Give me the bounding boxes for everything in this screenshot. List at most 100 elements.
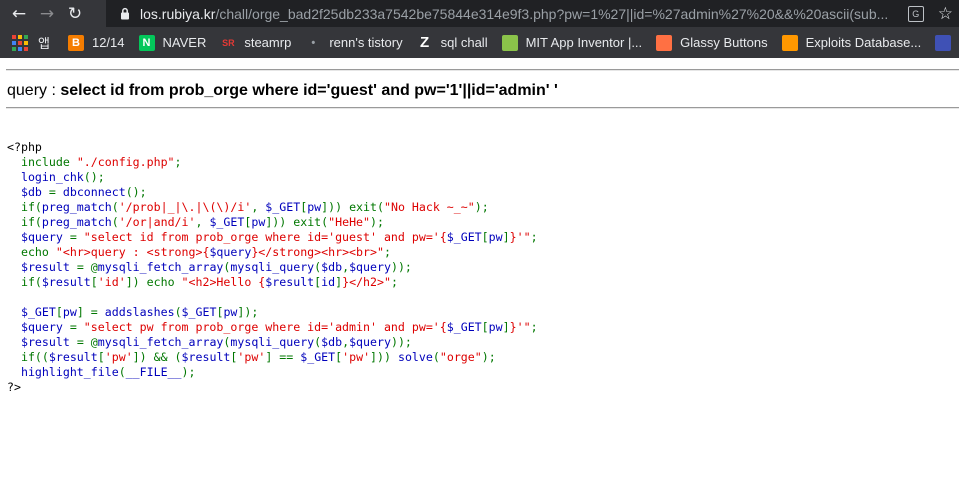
code-token: $query xyxy=(349,260,391,274)
code-token: 'id' xyxy=(97,275,126,289)
reload-icon[interactable]: ↻ xyxy=(61,0,89,27)
bookmark-item[interactable]: MIT App Inventor |... xyxy=(501,34,642,51)
code-token: if( xyxy=(7,200,42,214)
bookmark-item[interactable]: Glassy Buttons xyxy=(656,34,768,51)
code-token: ); xyxy=(481,350,496,364)
code-token: preg_match xyxy=(41,215,112,229)
blogger-icon: B xyxy=(67,34,84,51)
code-token: "HeHe" xyxy=(328,215,371,229)
bookmark-label: steamrp xyxy=(244,35,292,50)
code-token: dbconnect xyxy=(62,185,126,199)
steamrp-icon: SR xyxy=(222,37,235,48)
code-token: pw xyxy=(251,215,266,229)
code-token: $_GET xyxy=(209,215,245,229)
code-token: $result xyxy=(7,335,77,349)
address-bar[interactable]: los.rubiya.kr/chall/orge_bad2f25db233a75… xyxy=(106,0,959,27)
bookmark-item[interactable]: B 12/14 xyxy=(67,34,125,51)
bookmark-item[interactable]: Exploits Database... xyxy=(781,34,921,51)
code-token: mysqli_query xyxy=(230,335,315,349)
bookmark-item[interactable]: N NAVER xyxy=(138,34,206,51)
bookmark-label: 12/14 xyxy=(91,35,125,50)
code-token: ])) xyxy=(370,350,398,364)
code-token: mysqli_query xyxy=(230,260,315,274)
code-token: ?> xyxy=(7,380,21,394)
code-token: $query xyxy=(7,230,70,244)
code-token: $_GET xyxy=(446,230,482,244)
code-token: ; xyxy=(530,320,538,334)
code-token: $db xyxy=(321,335,343,349)
forward-arrow-icon[interactable]: → xyxy=(33,0,61,27)
code-token: $result xyxy=(41,275,91,289)
code-token: }'" xyxy=(509,320,531,334)
bookmark-item[interactable]: SR steamrp xyxy=(220,35,291,51)
code-token: $db xyxy=(321,260,343,274)
code-token: echo xyxy=(7,245,56,259)
code-token: [ xyxy=(481,230,489,244)
z-icon: Z xyxy=(420,34,430,51)
bookmark-item[interactable]: 앱 xyxy=(0,33,50,52)
bookmark-item[interactable]: [W xyxy=(935,34,959,51)
code-line: if(preg_match('/prob|_|\.|\(\)/i', $_GET… xyxy=(7,200,538,215)
bookmarks-bar: 앱 B 12/14 N NAVER SR steamrp • renn's tistory Zsq… xyxy=(0,27,959,58)
code-token: __FILE__ xyxy=(125,365,182,379)
code-line: if(preg_match('/or|and/i', $_GET[pw])) e… xyxy=(7,215,538,230)
code-line: highlight_file(__FILE__); xyxy=(7,365,538,380)
code-token: , xyxy=(251,200,266,214)
code-token: if(( xyxy=(7,350,49,364)
glassy-icon xyxy=(656,34,673,51)
code-line: echo "<hr>query : <strong>{$query}</stro… xyxy=(7,245,538,260)
code-token: if( xyxy=(7,215,42,229)
code-token: $query xyxy=(7,320,70,334)
code-token: ( xyxy=(432,350,440,364)
browser-toolbar: ← → ↻ los.rubiya.kr/chall/orge_bad2f25db… xyxy=(0,0,959,27)
code-token: $result xyxy=(181,350,231,364)
code-line: $query = "select pw from prob_orge where… xyxy=(7,320,538,335)
url-text[interactable]: los.rubiya.kr/chall/orge_bad2f25db233a75… xyxy=(140,6,888,22)
code-token: = @ xyxy=(76,335,98,349)
code-line: ?> xyxy=(7,380,538,395)
apps-icon xyxy=(12,34,28,51)
code-token: 'pw' xyxy=(237,350,266,364)
lock-icon[interactable] xyxy=(116,7,134,20)
code-token: "orge" xyxy=(439,350,482,364)
code-token: = xyxy=(48,185,63,199)
code-token: pw xyxy=(223,305,238,319)
code-token: (); xyxy=(83,170,105,184)
code-token: "No Hack ~_~" xyxy=(383,200,475,214)
code-token: [ xyxy=(97,350,105,364)
query-line: query : select id from prob_orge where i… xyxy=(7,82,558,100)
code-token: [ xyxy=(90,275,98,289)
code-token: }'" xyxy=(509,230,531,244)
divider-bottom xyxy=(6,107,959,109)
url-host: los.rubiya.kr xyxy=(140,5,216,22)
tistory-icon: • xyxy=(311,36,316,49)
back-arrow-icon[interactable]: ← xyxy=(5,0,33,27)
query-text: select id from prob_orge where id='guest… xyxy=(60,82,558,99)
bookmark-label: renn's tistory xyxy=(329,35,403,50)
php-source-code: <?php include "./config.php"; login_chk(… xyxy=(7,140,538,395)
code-token: mysqli_fetch_array xyxy=(97,335,224,349)
code-token: $db xyxy=(7,185,49,199)
bookmark-item[interactable]: • renn's tistory xyxy=(305,35,402,51)
code-token: addslashes xyxy=(104,305,175,319)
code-token: ); xyxy=(474,200,489,214)
code-token: = @ xyxy=(76,260,98,274)
bookmark-icon xyxy=(935,34,952,51)
code-token: $result xyxy=(265,275,315,289)
code-token: if( xyxy=(7,275,42,289)
code-token: ; xyxy=(383,245,391,259)
code-token: "<hr>query : <strong>{ xyxy=(55,245,210,259)
code-token: 'pw' xyxy=(342,350,371,364)
code-token: $query xyxy=(209,245,252,259)
code-token: ; xyxy=(390,275,398,289)
code-line: $result = @mysqli_fetch_array(mysqli_que… xyxy=(7,335,538,350)
translate-icon[interactable]: G xyxy=(907,5,924,22)
code-token: ] xyxy=(502,230,510,244)
bookmark-item[interactable]: Zsql chall xyxy=(417,34,488,51)
code-token: id xyxy=(321,275,336,289)
code-token: $result xyxy=(48,350,98,364)
code-token: $_GET xyxy=(265,200,301,214)
star-icon[interactable]: ☆ xyxy=(938,4,953,24)
code-token: pw xyxy=(488,230,503,244)
